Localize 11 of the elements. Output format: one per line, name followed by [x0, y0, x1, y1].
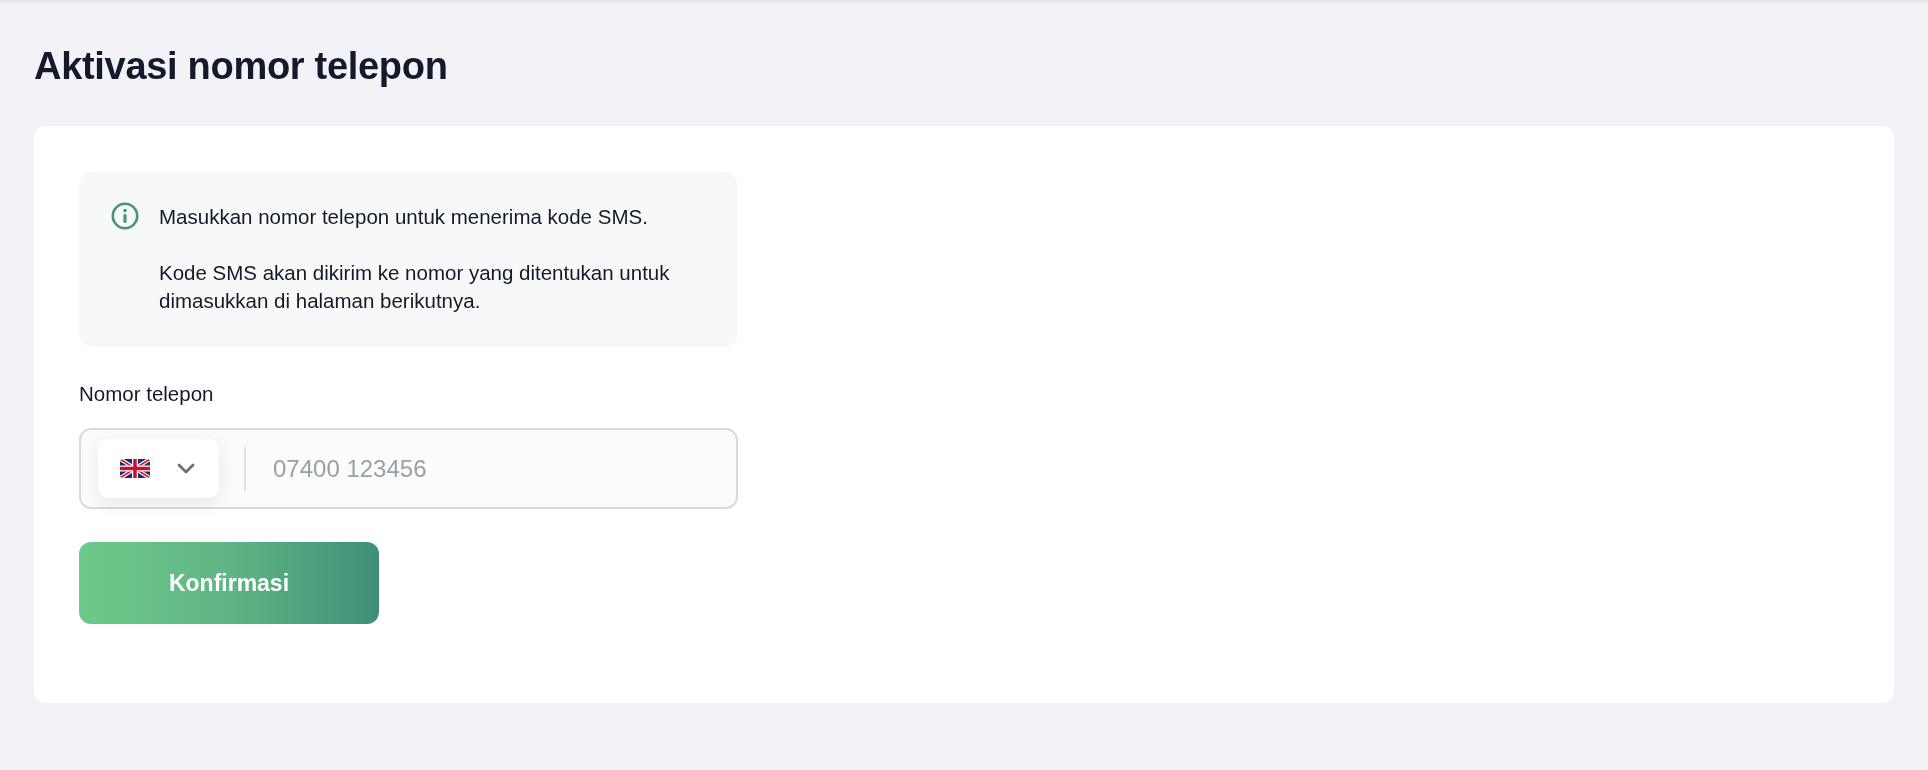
page-title: Aktivasi nomor telepon: [34, 44, 448, 89]
field-label: Nomor telepon: [79, 381, 214, 407]
flag-icon: [120, 459, 150, 478]
info-text: Masukkan nomor telepon untuk menerima kode SMS.: [159, 204, 649, 230]
info-text: Kode SMS akan dikirim ke nomor yang ditentukan untuk dimasukkan di halaman berikutnya.: [159, 260, 671, 314]
chevron-down-icon: [177, 463, 195, 474]
phone-number-input[interactable]: 07400 123456: [273, 448, 720, 489]
country-selector[interactable]: [98, 439, 219, 498]
confirm-button[interactable]: Konfirmasi: [79, 542, 379, 624]
phone-field[interactable]: 07400 123456: [79, 428, 738, 509]
info-icon: [111, 202, 139, 230]
